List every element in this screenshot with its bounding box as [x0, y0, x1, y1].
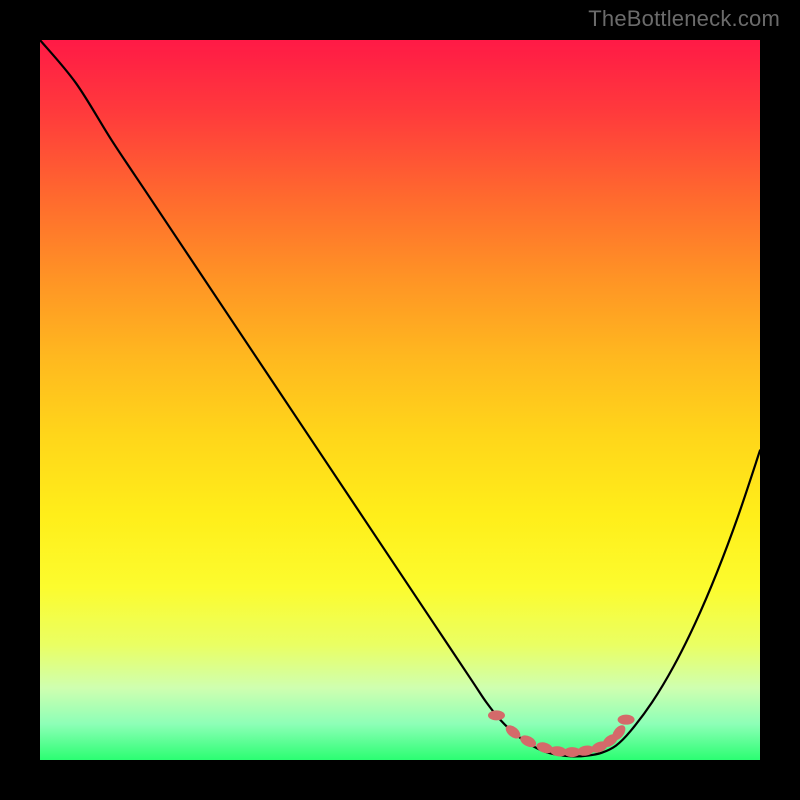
curve-marker — [618, 715, 635, 725]
plot-area — [40, 40, 760, 760]
chart-frame: TheBottleneck.com — [0, 0, 800, 800]
curve-markers — [488, 710, 635, 757]
watermark-text: TheBottleneck.com — [588, 6, 780, 32]
bottleneck-curve — [40, 40, 760, 756]
plot-svg — [40, 40, 760, 760]
curve-marker — [488, 710, 505, 720]
